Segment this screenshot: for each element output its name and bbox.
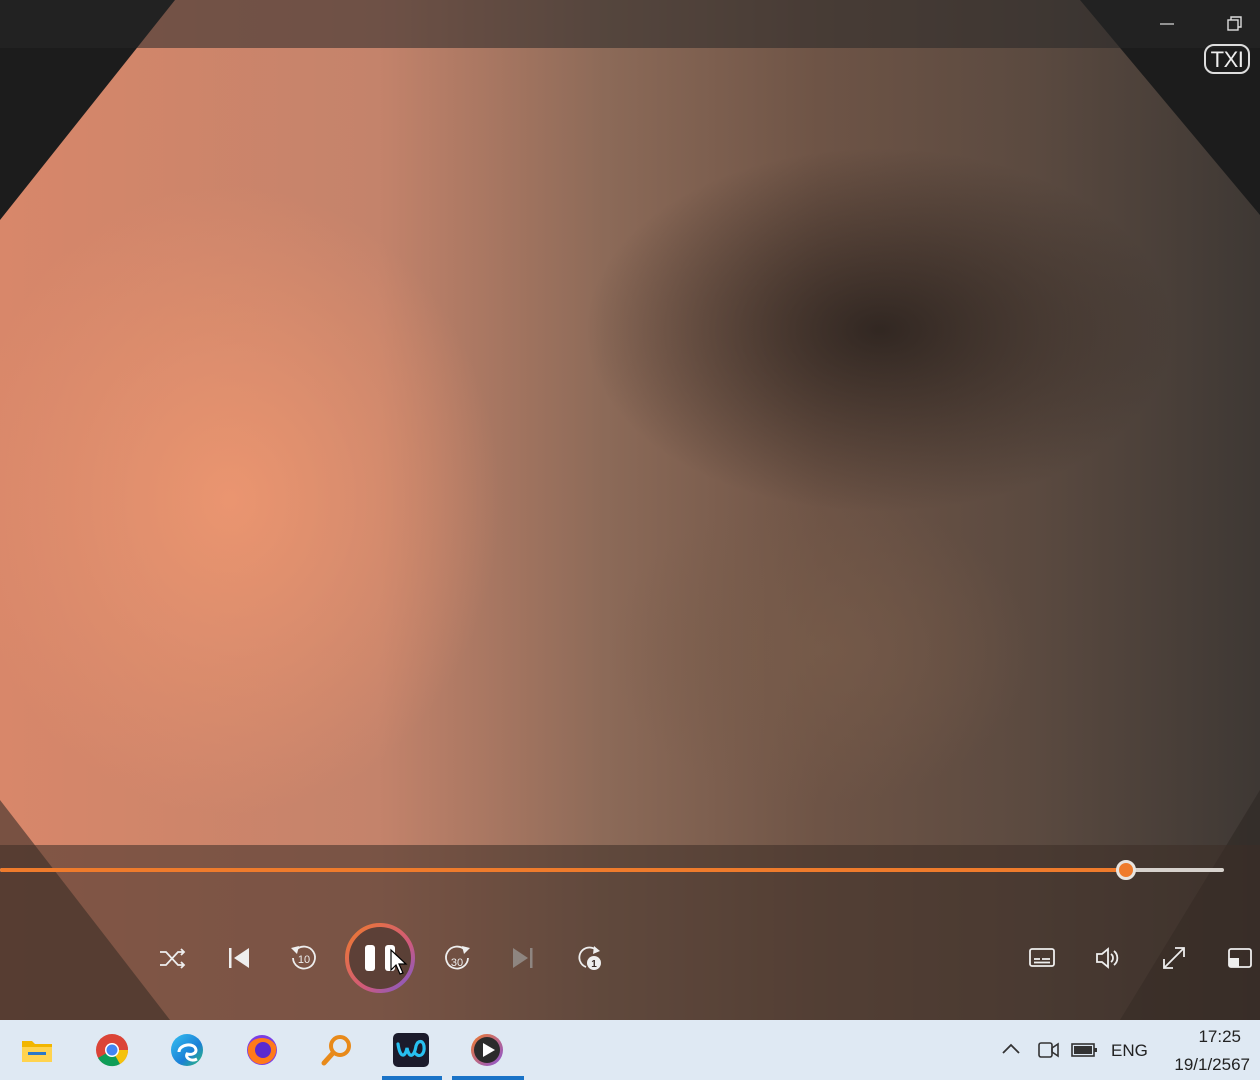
edge-icon xyxy=(171,1034,203,1066)
seek-progress xyxy=(0,868,1126,872)
minimize-button[interactable] xyxy=(1153,12,1181,36)
media-player-active-indicator xyxy=(452,1076,524,1080)
taskbar-webex[interactable] xyxy=(387,1028,435,1072)
chevron-up-icon xyxy=(1002,1043,1020,1054)
meet-now-button[interactable] xyxy=(1036,1038,1060,1067)
next-button[interactable] xyxy=(501,936,545,980)
taskbar-edge[interactable] xyxy=(163,1028,211,1072)
seek-thumb[interactable] xyxy=(1116,860,1136,880)
next-icon xyxy=(513,948,533,968)
battery-button[interactable] xyxy=(1070,1040,1098,1065)
rewind-label: 10 xyxy=(298,954,310,966)
fullscreen-button[interactable] xyxy=(1152,936,1196,980)
tray-overflow-button[interactable] xyxy=(1000,1038,1022,1065)
subtitles-button[interactable] xyxy=(1020,936,1064,980)
subtitles-icon xyxy=(1029,948,1055,967)
rewind-button[interactable]: 10 xyxy=(282,936,326,980)
restore-button[interactable] xyxy=(1221,12,1249,36)
overlay-badge: TXI xyxy=(1204,44,1250,74)
previous-button[interactable] xyxy=(216,936,260,980)
fullscreen-icon xyxy=(1163,947,1185,969)
battery-icon xyxy=(1071,1043,1097,1057)
chrome-icon xyxy=(96,1034,129,1067)
taskbar-file-explorer[interactable] xyxy=(13,1028,61,1072)
previous-icon xyxy=(229,948,249,968)
media-player-icon xyxy=(471,1034,503,1066)
repeat-button[interactable]: 1 xyxy=(567,936,611,980)
repeat-one-icon: 1 xyxy=(578,946,601,970)
forward-label: 30 xyxy=(451,957,463,969)
forward-30-icon: 30 xyxy=(445,945,470,970)
volume-icon xyxy=(1096,947,1119,969)
volume-button[interactable] xyxy=(1086,936,1130,980)
taskbar-chrome[interactable] xyxy=(88,1028,136,1072)
meet-now-icon xyxy=(1038,1042,1059,1058)
taskbar-media-player[interactable] xyxy=(463,1028,511,1072)
language-indicator[interactable]: ENG xyxy=(1111,1041,1148,1061)
rewind-10-icon: 10 xyxy=(291,945,316,970)
mini-player-button[interactable] xyxy=(1218,936,1260,980)
mini-player-icon xyxy=(1228,948,1252,968)
taskbar-firefox[interactable] xyxy=(238,1028,286,1072)
webex-active-indicator xyxy=(382,1076,442,1080)
title-bar xyxy=(0,0,1260,48)
firefox-icon xyxy=(247,1035,277,1065)
clock-time[interactable]: 17:25 xyxy=(1198,1027,1241,1047)
repeat-label: 1 xyxy=(591,959,597,970)
search-app-icon xyxy=(321,1035,351,1066)
forward-button[interactable]: 30 xyxy=(435,936,479,980)
webex-icon xyxy=(393,1033,429,1067)
taskbar-search-app[interactable] xyxy=(313,1028,361,1072)
shuffle-icon xyxy=(160,948,186,969)
restore-icon xyxy=(1227,16,1242,31)
clock-date[interactable]: 19/1/2567 xyxy=(1174,1055,1250,1075)
mouse-cursor-icon xyxy=(390,948,408,975)
file-explorer-icon xyxy=(22,1041,52,1062)
minimize-icon xyxy=(1160,23,1174,25)
shuffle-button[interactable] xyxy=(150,936,194,980)
